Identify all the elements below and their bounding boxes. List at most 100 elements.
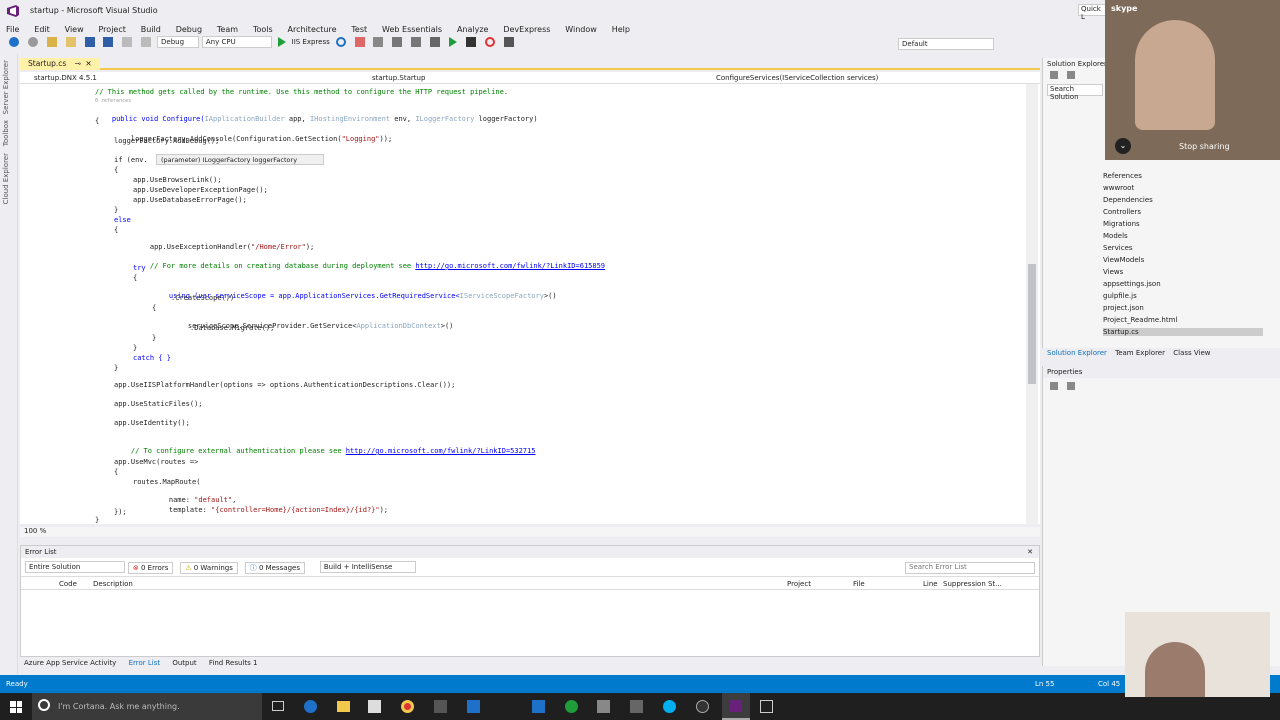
vscode-icon[interactable]: [532, 700, 545, 713]
tab-solution-explorer[interactable]: Solution Explorer: [1047, 349, 1107, 357]
menu-devexpress[interactable]: DevExpress: [503, 25, 550, 34]
scope-dropdown[interactable]: Entire Solution: [25, 561, 125, 573]
tab-error-list[interactable]: Error List: [129, 659, 161, 667]
edge-icon[interactable]: [304, 700, 317, 713]
project-dropdown[interactable]: startup.DNX 4.5.1: [34, 74, 364, 82]
visual-studio-icon[interactable]: [722, 693, 750, 720]
build-filter-dropdown[interactable]: Build + IntelliSense: [319, 561, 416, 573]
code-link[interactable]: http://go.microsoft.com/fwlink/?LinkID=6…: [415, 262, 605, 270]
stop-sharing-button[interactable]: Stop sharing: [1179, 142, 1230, 151]
cancel-icon[interactable]: [484, 37, 495, 47]
warnings-filter-button[interactable]: ⚠ 0 Warnings: [180, 561, 238, 574]
open-icon[interactable]: [65, 37, 76, 47]
scrollbar-thumb[interactable]: [1028, 264, 1036, 384]
column-suppression[interactable]: Suppression St...: [943, 580, 1002, 588]
tree-item[interactable]: References: [1103, 172, 1142, 180]
tree-item[interactable]: Services: [1103, 244, 1133, 252]
layout-dropdown[interactable]: Default: [898, 38, 994, 50]
tree-item[interactable]: Models: [1103, 232, 1128, 240]
cloud-explorer-tab[interactable]: Cloud Explorer: [2, 153, 10, 204]
back-icon[interactable]: [9, 37, 19, 47]
menu-analyze[interactable]: Analyze: [457, 25, 489, 34]
app-icon[interactable]: [434, 700, 447, 713]
app-icon[interactable]: [630, 700, 643, 713]
menu-file[interactable]: File: [6, 25, 19, 34]
close-icon[interactable]: ✕: [85, 59, 91, 68]
column-description[interactable]: Description: [93, 580, 133, 588]
bookmark-icon[interactable]: [392, 37, 403, 47]
column-project[interactable]: Project: [787, 580, 811, 588]
tab-team-explorer[interactable]: Team Explorer: [1115, 349, 1165, 357]
search-error-list-input[interactable]: Search Error List: [905, 562, 1035, 574]
forward-icon[interactable]: [27, 37, 38, 47]
quick-launch-input[interactable]: Quick L: [1078, 4, 1106, 21]
categorized-icon[interactable]: [1050, 381, 1058, 390]
tab-startup-cs[interactable]: Startup.cs ⊸ ✕: [20, 58, 100, 70]
chrome-icon[interactable]: [401, 700, 414, 713]
menu-team[interactable]: Team: [217, 25, 238, 34]
file-explorer-icon[interactable]: [337, 701, 350, 712]
class-dropdown[interactable]: startup.Startup: [372, 74, 702, 82]
app-icon[interactable]: [467, 700, 480, 713]
menu-tools[interactable]: Tools: [253, 25, 273, 34]
tab-azure-activity[interactable]: Azure App Service Activity: [24, 659, 116, 667]
home-icon[interactable]: [1050, 70, 1058, 79]
tab-output[interactable]: Output: [172, 659, 196, 667]
solution-search-input[interactable]: Search Solution: [1047, 84, 1103, 101]
refresh-icon[interactable]: [335, 37, 346, 47]
menu-test[interactable]: Test: [351, 25, 367, 34]
errors-filter-button[interactable]: ⊗ 0 Errors: [127, 561, 174, 574]
close-icon[interactable]: ✕: [1027, 546, 1033, 558]
tree-item[interactable]: Project_Readme.html: [1103, 316, 1177, 324]
menu-build[interactable]: Build: [141, 25, 161, 34]
code-editor[interactable]: // This method gets called by the runtim…: [20, 84, 1040, 524]
app-icon[interactable]: [597, 700, 610, 713]
tab-find-results[interactable]: Find Results 1: [209, 659, 258, 667]
tree-item[interactable]: ViewModels: [1103, 256, 1144, 264]
new-project-icon[interactable]: [46, 37, 57, 47]
menu-view[interactable]: View: [65, 25, 84, 34]
save-all-icon[interactable]: [103, 37, 114, 47]
start-debug-icon[interactable]: [448, 37, 457, 47]
menu-help[interactable]: Help: [612, 25, 630, 34]
column-line[interactable]: Line: [923, 580, 938, 588]
tree-item[interactable]: Views: [1103, 268, 1123, 276]
pointer-icon[interactable]: [503, 37, 514, 47]
member-dropdown[interactable]: ConfigureServices(IServiceCollection ser…: [716, 74, 1016, 82]
store-icon[interactable]: [368, 700, 381, 713]
menu-architecture[interactable]: Architecture: [288, 25, 337, 34]
redo-icon[interactable]: [141, 37, 152, 47]
tree-item[interactable]: project.json: [1103, 304, 1144, 312]
chevron-down-icon[interactable]: ⌄: [1115, 138, 1131, 154]
platform-dropdown[interactable]: Any CPU: [201, 36, 272, 48]
comment-icon[interactable]: [411, 37, 422, 47]
column-code[interactable]: Code: [59, 580, 77, 588]
run-target-button[interactable]: IIS Express: [292, 38, 330, 46]
messages-filter-button[interactable]: ⓘ 0 Messages: [244, 561, 305, 574]
tree-item[interactable]: wwwroot: [1103, 184, 1134, 192]
tab-class-view[interactable]: Class View: [1173, 349, 1210, 357]
tree-item-selected[interactable]: Startup.cs: [1103, 328, 1263, 336]
app-icon[interactable]: [696, 700, 709, 713]
code-lens[interactable]: 0 references: [95, 98, 131, 104]
sync-icon[interactable]: [1066, 70, 1075, 79]
windows-start-icon[interactable]: [10, 701, 22, 713]
browser-link-icon[interactable]: [354, 37, 365, 47]
menu-edit[interactable]: Edit: [34, 25, 50, 34]
task-view-icon[interactable]: [272, 701, 284, 711]
tree-item[interactable]: Controllers: [1103, 208, 1141, 216]
cortana-search-input[interactable]: I'm Cortana. Ask me anything.: [32, 693, 262, 720]
undo-icon[interactable]: [122, 37, 133, 47]
tree-item[interactable]: appsettings.json: [1103, 280, 1161, 288]
run-icon[interactable]: [277, 37, 286, 47]
menu-debug[interactable]: Debug: [176, 25, 202, 34]
zoom-level[interactable]: 100 %: [24, 527, 46, 535]
tree-item[interactable]: gulpfile.js: [1103, 292, 1137, 300]
server-explorer-tab[interactable]: Server Explorer: [2, 60, 10, 114]
menu-web-essentials[interactable]: Web Essentials: [382, 25, 442, 34]
column-file[interactable]: File: [853, 580, 865, 588]
stop-icon[interactable]: [465, 37, 476, 47]
skype-icon[interactable]: [663, 700, 676, 713]
vertical-scrollbar[interactable]: [1026, 84, 1038, 524]
configuration-dropdown[interactable]: Debug: [157, 36, 199, 48]
